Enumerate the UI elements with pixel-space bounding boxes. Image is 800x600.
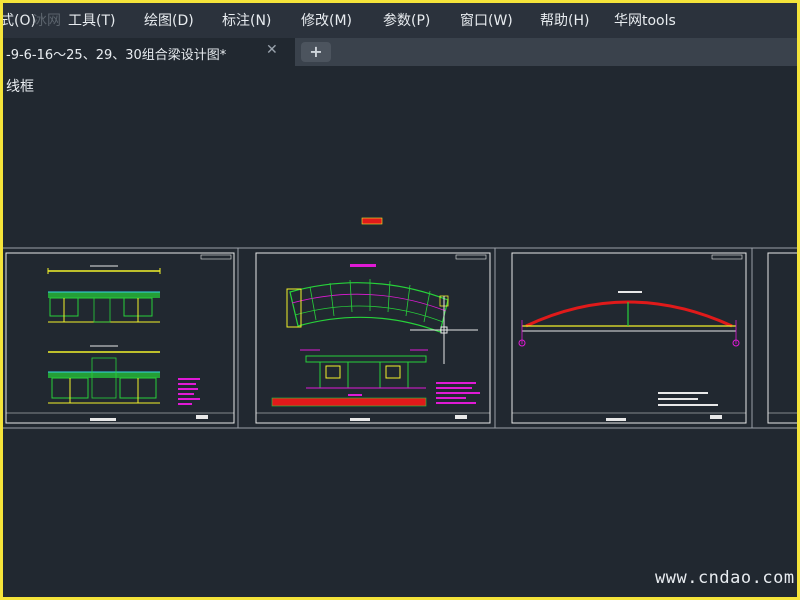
menu-help[interactable]: 帮助(H) <box>540 10 589 30</box>
drawing-canvas[interactable] <box>0 66 800 600</box>
tab-bar: -9-6-16～25、29、30组合梁设计图* ✕ + <box>0 38 800 66</box>
menu-dimension[interactable]: 标注(N) <box>222 10 271 30</box>
tab-drawing[interactable]: -9-6-16～25、29、30组合梁设计图* ✕ <box>0 38 295 66</box>
ghost-text: 冰网 <box>33 13 61 29</box>
menu-bar: 式(O) 冰网 工具(T) 绘图(D) 标注(N) 修改(M) 参数(P) 窗口… <box>0 0 800 38</box>
tab-label: -9-6-16～25、29、30组合梁设计图* <box>6 48 227 63</box>
menu-draw[interactable]: 绘图(D) <box>144 10 194 30</box>
menu-format[interactable]: 式(O) <box>0 10 36 30</box>
menu-window[interactable]: 窗口(W) <box>460 10 513 30</box>
new-tab-button[interactable]: + <box>301 42 331 62</box>
sheet-3[interactable] <box>511 252 747 424</box>
menu-huawang-tools[interactable]: 华网tools <box>614 10 676 30</box>
menu-parametric[interactable]: 参数(P) <box>383 10 430 30</box>
sheet-4[interactable] <box>767 252 800 424</box>
menu-tools[interactable]: 工具(T) <box>68 10 115 30</box>
stray-red-block <box>361 217 383 225</box>
sheet-1[interactable] <box>5 252 235 424</box>
sheet-2[interactable] <box>255 252 491 424</box>
close-icon[interactable]: ✕ <box>266 42 278 58</box>
menu-modify[interactable]: 修改(M) <box>301 10 352 30</box>
watermark: www.cndao.com <box>655 568 795 588</box>
